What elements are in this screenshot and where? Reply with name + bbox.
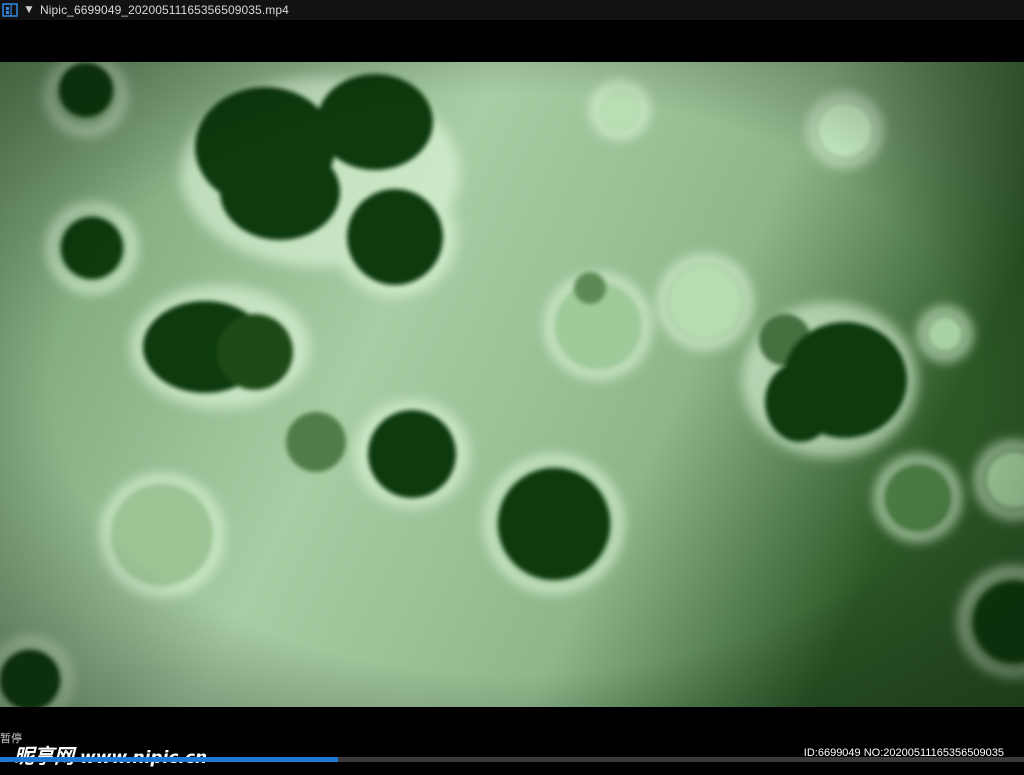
seek-bar[interactable] [0,757,1024,762]
watermark: 昵享网 www.nipic.cn [14,740,207,769]
watermark-logo: 昵享网 [14,744,74,768]
video-player-window: ▼ Nipic_6699049_20200511165356509035.mp4 [0,0,1024,775]
window-title: Nipic_6699049_20200511165356509035.mp4 [40,3,289,17]
video-image [0,62,1024,707]
chevron-down-icon[interactable]: ▼ [24,2,34,18]
seek-bar-progress [0,757,338,762]
video-frame[interactable] [0,62,1024,707]
top-letterbox [0,20,1024,62]
title-bar: ▼ Nipic_6699049_20200511165356509035.mp4 [0,0,1024,20]
film-strip-icon[interactable] [2,2,18,18]
